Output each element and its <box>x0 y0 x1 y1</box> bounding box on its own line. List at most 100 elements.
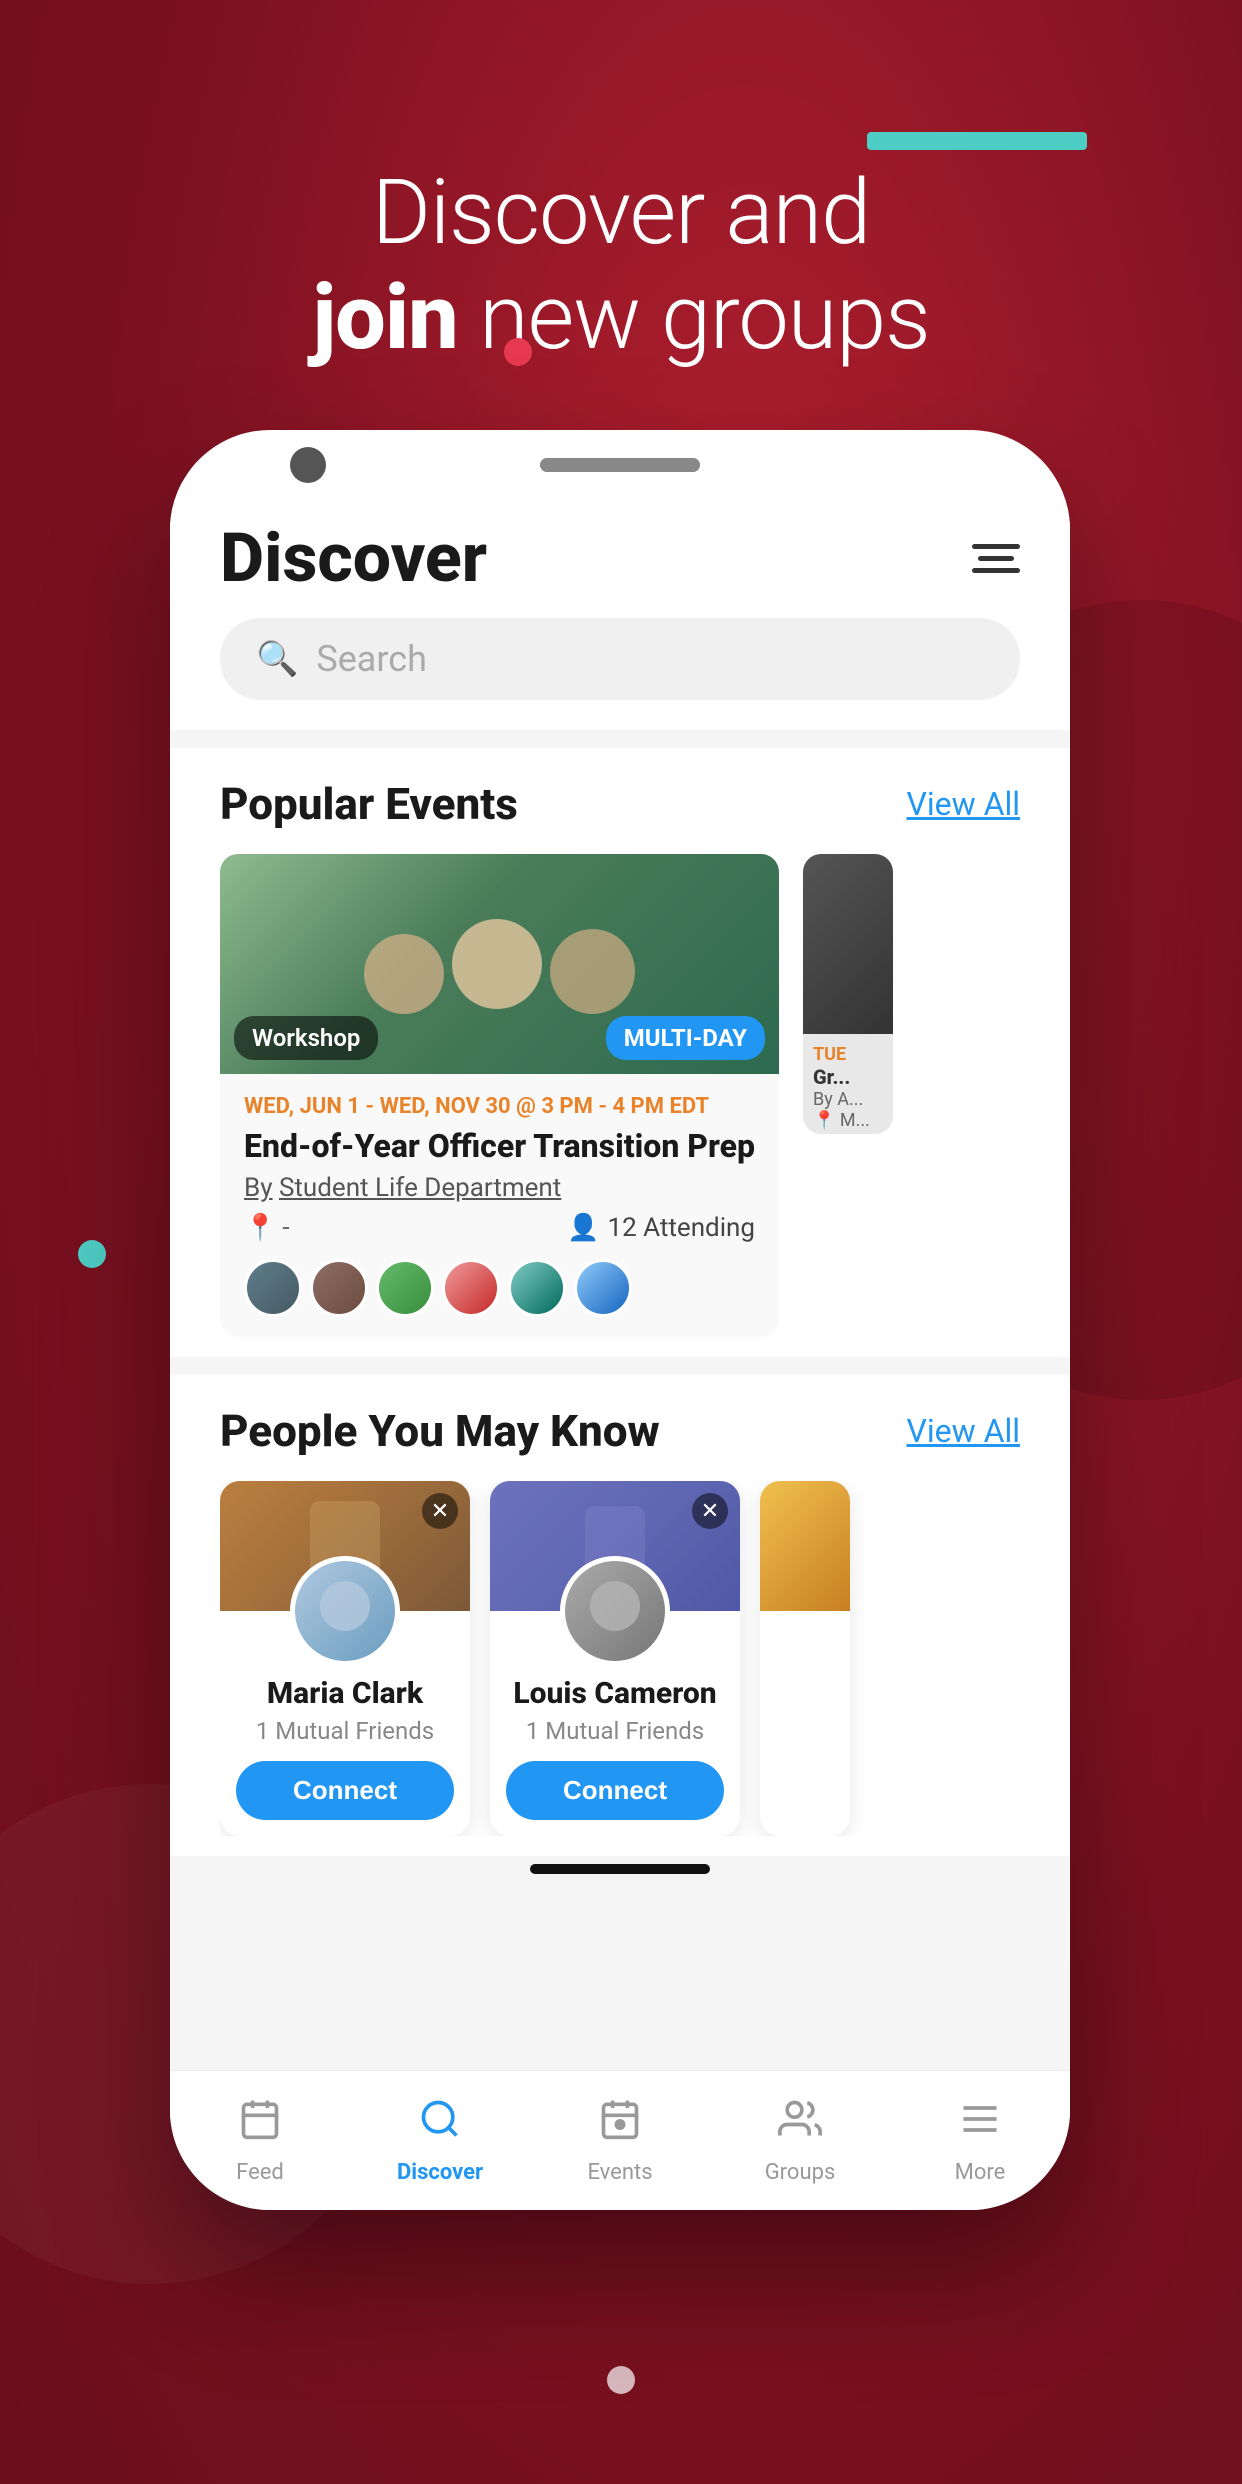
attendee-avatar-4 <box>442 1259 500 1317</box>
filter-line-3 <box>972 568 1020 573</box>
partial-event-loc: 📍 M... <box>813 1110 883 1131</box>
groups-icon <box>778 2097 822 2152</box>
discover-label: Discover <box>397 2160 483 2163</box>
search-section: 🔍 Search <box>170 618 1070 730</box>
dot-red-decoration <box>504 338 532 366</box>
bottom-navigation: Feed Discover <box>170 2070 1070 2162</box>
workshop-badge: Workshop <box>234 1016 378 1060</box>
face-3 <box>550 929 635 1014</box>
partial-event-name: Gr... <box>813 1065 883 1089</box>
nav-item-discover[interactable]: Discover <box>350 2081 530 2163</box>
attendee-avatar-6 <box>574 1259 632 1317</box>
nav-item-events[interactable]: Events <box>530 2081 710 2163</box>
person-card-louis[interactable]: ✕ Louis Cameron 1 Mutual Friends Connect <box>490 1481 740 1836</box>
app-header: Discover <box>170 482 1070 618</box>
events-icon <box>598 2097 642 2152</box>
more-icon <box>958 2097 1002 2152</box>
louis-mutual: 1 Mutual Friends <box>506 1717 724 1745</box>
hero-section: Discover and join new groups <box>0 160 1242 370</box>
hero-line1: Discover and <box>0 160 1242 265</box>
person-icon: 👤 <box>567 1213 599 1243</box>
events-scroll: Workshop MULTI-DAY WED, JUN 1 - WED, NOV… <box>220 854 1020 1337</box>
attendee-avatar-5 <box>508 1259 566 1317</box>
nav-item-groups[interactable]: Groups <box>710 2081 890 2163</box>
event-body: WED, JUN 1 - WED, NOV 30 @ 3 PM - 4 PM E… <box>220 1074 779 1337</box>
event-image: Workshop MULTI-DAY <box>220 854 779 1074</box>
search-input[interactable]: 🔍 Search <box>220 618 1020 700</box>
filter-line-1 <box>972 544 1020 549</box>
popular-events-section: Popular Events View All <box>170 748 1070 1357</box>
people-view-all[interactable]: View All <box>906 1412 1020 1450</box>
maria-connect-button[interactable]: Connect <box>236 1761 454 1820</box>
nav-item-feed[interactable]: Feed <box>170 2081 350 2163</box>
phone-notch <box>540 458 700 472</box>
maria-mutual: 1 Mutual Friends <box>236 1717 454 1745</box>
accent-bar <box>867 132 1087 150</box>
event-attending: 👤 12 Attending <box>567 1213 755 1243</box>
search-icon: 🔍 <box>256 639 298 679</box>
phone-topbar <box>170 430 1070 482</box>
multiday-badge: MULTI-DAY <box>606 1016 765 1060</box>
hero-line2: join new groups <box>0 265 1242 370</box>
phone-camera <box>290 447 326 483</box>
louis-info: Louis Cameron 1 Mutual Friends Connect <box>490 1666 740 1836</box>
person-card-partial <box>760 1481 850 1836</box>
maria-avatar-wrap <box>220 1556 470 1666</box>
event-name: End-of-Year Officer Transition Prep <box>244 1127 755 1165</box>
event-org: By Student Life Department <box>244 1173 755 1203</box>
dot-teal-decoration <box>78 1240 106 1268</box>
discover-icon <box>418 2097 462 2152</box>
event-date: WED, JUN 1 - WED, NOV 30 @ 3 PM - 4 PM E… <box>244 1094 755 1119</box>
partial-event-by: By A... <box>813 1089 883 1110</box>
filter-line-2 <box>978 556 1014 561</box>
partial-person-body <box>760 1611 850 1661</box>
face-1 <box>364 934 444 1014</box>
face-2 <box>452 919 542 1009</box>
people-scroll: ✕ Maria Clark 1 Mutual Friends Connect <box>220 1481 1020 1836</box>
partial-event-date: TUE <box>813 1044 883 1065</box>
feed-label: Feed <box>236 2160 284 2163</box>
louis-face <box>590 1581 640 1631</box>
partial-card-img <box>803 854 893 1034</box>
attendee-avatar-2 <box>310 1259 368 1317</box>
nav-item-more[interactable]: More <box>890 2081 1070 2163</box>
maria-info: Maria Clark 1 Mutual Friends Connect <box>220 1666 470 1836</box>
event-meta: 📍 - 👤 12 Attending <box>244 1213 755 1243</box>
search-placeholder-text: Search <box>316 638 427 680</box>
attendee-avatar-1 <box>244 1259 302 1317</box>
filter-button[interactable] <box>972 544 1020 573</box>
more-label: More <box>955 2160 1006 2163</box>
events-label: Events <box>587 2160 652 2163</box>
home-indicator <box>530 1864 710 1874</box>
louis-avatar-wrap <box>490 1556 740 1666</box>
maria-avatar <box>290 1556 400 1666</box>
events-view-all[interactable]: View All <box>906 785 1020 823</box>
louis-name: Louis Cameron <box>506 1676 724 1711</box>
maria-name: Maria Clark <box>236 1676 454 1711</box>
people-section: People You May Know View All ✕ <box>170 1375 1070 1856</box>
event-badges: Workshop MULTI-DAY <box>234 1016 765 1060</box>
event-by-label: By <box>244 1173 273 1203</box>
dot-bottom-decoration <box>607 2366 635 2394</box>
events-section-header: Popular Events View All <box>220 778 1020 830</box>
location-pin-icon: 📍 <box>244 1213 276 1243</box>
louis-avatar <box>560 1556 670 1666</box>
events-section-title: Popular Events <box>220 778 518 830</box>
attendee-avatar-3 <box>376 1259 434 1317</box>
event-card-1[interactable]: Workshop MULTI-DAY WED, JUN 1 - WED, NOV… <box>220 854 779 1337</box>
event-location: 📍 - <box>244 1213 290 1243</box>
app-screen: Discover 🔍 Search Popular Events View Al… <box>170 482 1070 2162</box>
people-section-title: People You May Know <box>220 1405 660 1457</box>
attendee-avatars <box>244 1259 755 1317</box>
partial-person-bg <box>760 1481 850 1611</box>
maria-face <box>320 1581 370 1631</box>
event-card-partial: TUE Gr... By A... 📍 M... <box>803 854 893 1134</box>
person-card-maria[interactable]: ✕ Maria Clark 1 Mutual Friends Connect <box>220 1481 470 1836</box>
louis-connect-button[interactable]: Connect <box>506 1761 724 1820</box>
feed-icon <box>238 2097 282 2152</box>
event-org-name[interactable]: Student Life Department <box>279 1173 561 1203</box>
page-title: Discover <box>220 518 487 598</box>
partial-card-body: TUE Gr... By A... 📍 M... <box>803 1034 893 1134</box>
groups-label: Groups <box>765 2160 836 2163</box>
people-section-header: People You May Know View All <box>220 1405 1020 1457</box>
